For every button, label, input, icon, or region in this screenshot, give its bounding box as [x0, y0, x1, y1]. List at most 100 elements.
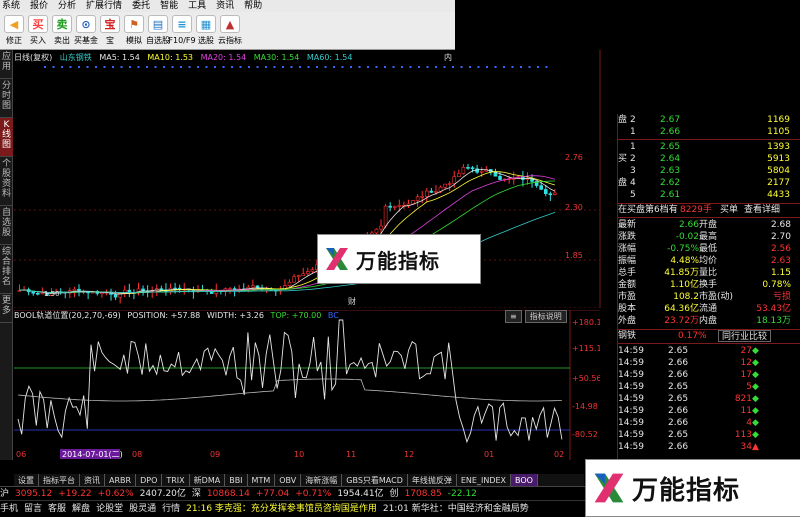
menu-item-7[interactable]: 资讯	[216, 0, 234, 12]
candle-body	[475, 168, 479, 173]
tick-row: 14:59 2.65 113 ◆	[618, 429, 800, 441]
queue-row: 在买盘第6档有 8229手 买单 查看详细	[618, 203, 800, 216]
sell-level: 1	[630, 127, 636, 137]
left-tab-3[interactable]: 个股资料	[0, 157, 13, 206]
toolbar-button-screener[interactable]: ▦ 选股	[194, 12, 218, 50]
ticker-item[interactable]: 行情	[162, 504, 180, 514]
date-label: 10	[294, 450, 304, 459]
menu-item-4[interactable]: 委托	[132, 0, 150, 12]
quote-key2: 内盘	[699, 316, 718, 326]
left-tab-2[interactable]: K线图	[0, 118, 13, 157]
fund-icon: ⊙	[76, 15, 96, 33]
toolbar-label: 自选股	[146, 36, 170, 45]
menu-item-0[interactable]: 系统	[2, 0, 20, 12]
tick-vol: 12	[740, 358, 752, 368]
quote-key2: 量比	[699, 268, 718, 278]
ticker-item[interactable]: 解盘	[72, 504, 90, 514]
toolbar-button-cloud-indicator[interactable]: ▲ 云指标	[218, 12, 242, 50]
toolbar-label: 买入	[30, 36, 46, 45]
tick-price: 2.65	[668, 394, 689, 404]
candle-body	[383, 205, 388, 227]
quote-row: 总手 41.85万 量比 1.15	[618, 267, 800, 279]
quote-key: 最新	[618, 220, 637, 230]
toolbar-button-treasure[interactable]: 宝宝	[98, 12, 122, 50]
signal-marker	[299, 66, 301, 68]
candle-body	[424, 190, 429, 197]
signal-marker	[282, 66, 284, 68]
signal-marker	[384, 66, 386, 68]
toolbar-button-sell[interactable]: 卖卖出	[50, 12, 74, 50]
toolbar-button-f10[interactable]: ≡ F10/F9	[168, 12, 196, 50]
toolbar-button-fund[interactable]: ⊙ 买基金	[74, 12, 98, 50]
tick-row: 14:59 2.66 34 ▲	[618, 441, 800, 453]
signal-marker	[265, 66, 267, 68]
tick-time: 14:59	[618, 382, 644, 392]
tick-vol: 11	[740, 406, 752, 416]
queue-button-2[interactable]: 查看详细	[744, 204, 780, 216]
toolbar-label: 模拟	[126, 36, 142, 45]
quote-value2: 2.70	[770, 232, 791, 242]
toolbar-button-buy[interactable]: 买买入	[26, 12, 50, 50]
quote-value: 108.2	[673, 292, 699, 302]
ticker-item[interactable]: 股灵通	[129, 504, 156, 514]
buy-price: 2.61	[660, 190, 681, 200]
date-label: 06	[16, 450, 26, 459]
quote-row: 涨幅 -0.75% 最低 2.56	[618, 243, 800, 255]
side-label	[618, 141, 630, 153]
ticker-item[interactable]: 客服	[48, 504, 66, 514]
oscillator-buttons: ≡ 指标说明	[505, 310, 567, 323]
quote-row: 市盈 108.2 市盈(动) 亏损	[618, 291, 800, 303]
quote-key: 振幅	[618, 256, 637, 266]
sector-compare-button[interactable]: 同行业比较	[718, 330, 772, 342]
tick-vol: 821	[734, 394, 752, 404]
ticker-item[interactable]: 留言	[24, 504, 42, 514]
queue-button-1[interactable]: 买单	[720, 204, 738, 216]
candle-body	[498, 175, 502, 180]
tick-time: 14:59	[618, 346, 644, 356]
toolbar-button-simulate[interactable]: ⚑ 模拟	[122, 12, 146, 50]
oscillator-chart[interactable]: +180.1 +115.1 +50.56 -14.98 -80.52 06 08 09 10 11…	[14, 310, 600, 460]
menu-item-3[interactable]: 扩展行情	[86, 0, 122, 12]
osc-help-button[interactable]: 指标说明	[524, 310, 567, 323]
signal-marker	[214, 66, 216, 68]
menu-item-8[interactable]: 帮助	[244, 0, 262, 12]
sector-row: 钢铁 0.17% 同行业比较	[618, 329, 800, 342]
ticker-item[interactable]: 论股堂	[96, 504, 123, 514]
left-tab-0[interactable]: 应用	[0, 50, 13, 79]
candle-body	[539, 185, 543, 190]
menu-item-1[interactable]: 报价	[30, 0, 48, 12]
menu-item-5[interactable]: 智能	[160, 0, 178, 12]
left-tab-6[interactable]: 更多	[0, 294, 13, 323]
signal-marker	[86, 66, 89, 68]
watermark-text: 万能指标	[632, 475, 741, 506]
left-tab-5[interactable]: 综合排名	[0, 245, 13, 294]
watchlist-icon: ▤	[148, 15, 168, 33]
toolbar-button-watchlist[interactable]: ▤ 自选股	[146, 12, 170, 50]
osc-top: TOP: +70.00	[270, 311, 322, 320]
date-label: 02	[554, 450, 564, 459]
menu-item-2[interactable]: 分析	[58, 0, 76, 12]
left-tab-1[interactable]: 分时图	[0, 79, 13, 118]
left-tab-4[interactable]: 自选股	[0, 206, 13, 245]
quote-value2: 0.78%	[762, 280, 791, 290]
kline-chart[interactable]: 2.76 2.30 1.85 1.50 内财	[14, 50, 614, 308]
queue-label: 在买盘第6档有	[618, 205, 678, 215]
signal-marker	[112, 66, 114, 68]
ticker-item[interactable]: 手机	[0, 504, 18, 514]
buy-row: 1 2.65 1393	[618, 141, 800, 153]
chart-period: 日线(复权)	[14, 53, 53, 62]
quote-key2: 均价	[699, 256, 718, 266]
tick-row: 14:59 2.66 11 ◆	[618, 405, 800, 417]
candle-body	[429, 190, 434, 193]
tick-time: 14:59	[618, 358, 644, 368]
f10-icon: ≡	[172, 15, 192, 33]
signal-marker	[511, 66, 514, 68]
arrow-down-icon: ◆	[752, 370, 759, 380]
quote-key: 股本	[618, 304, 637, 314]
buy-vol: 4433	[767, 190, 790, 200]
toolbar-button-back-arrow[interactable]: ◀ 修正	[2, 12, 26, 50]
quote-value: 64.36亿	[664, 304, 699, 314]
menu-item-6[interactable]: 工具	[188, 0, 206, 12]
osc-menu-button[interactable]: ≡	[505, 310, 522, 323]
screener-icon: ▦	[196, 15, 216, 33]
